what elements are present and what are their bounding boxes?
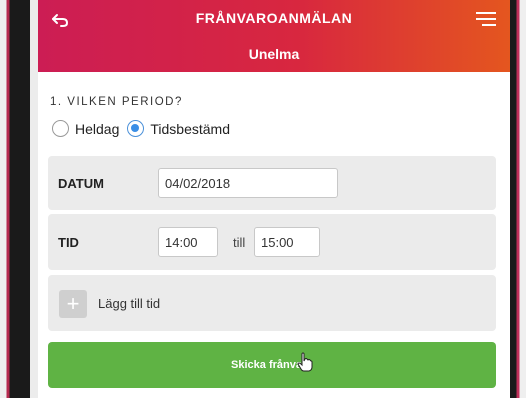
app-screen: FRÅNVAROANMÄLAN Unelma 1. VILKEN PERIOD?… [38,0,510,398]
radio-tidsbestamd[interactable] [127,120,145,137]
add-time-button[interactable]: + [59,290,87,318]
submit-button[interactable]: Skicka frånvaro [48,342,496,388]
radio-heldag-label[interactable]: Heldag [75,121,119,137]
plus-icon: + [66,291,80,316]
page-subtitle: Unelma [248,46,300,62]
datum-input[interactable]: 04/02/2018 [158,168,338,198]
tid-till-label: till [233,235,246,250]
period-question: 1. VILKEN PERIOD? [50,96,183,108]
datum-panel: DATUM 04/02/2018 [48,156,496,210]
radio-heldag[interactable] [52,120,69,137]
page-title: FRÅNVAROANMÄLAN [195,10,353,26]
tid-from-input[interactable]: 14:00 [158,227,218,257]
datum-label: DATUM [58,176,104,191]
tid-to-input[interactable]: 15:00 [254,227,320,257]
menu-button[interactable] [476,9,498,29]
add-time-panel: + Lägg till tid [48,275,496,331]
device-bezel-left [0,0,30,398]
app-header: FRÅNVAROANMÄLAN Unelma [38,0,510,72]
add-time-label[interactable]: Lägg till tid [98,296,160,311]
period-radio-group: Heldag Tidsbestämd [52,120,238,137]
radio-tidsbestamd-label[interactable]: Tidsbestämd [150,121,230,137]
tid-label: TID [58,235,79,250]
hamburger-menu-icon [476,12,496,26]
hand-cursor-icon [297,352,313,372]
tid-panel: TID 14:00 till 15:00 [48,214,496,270]
